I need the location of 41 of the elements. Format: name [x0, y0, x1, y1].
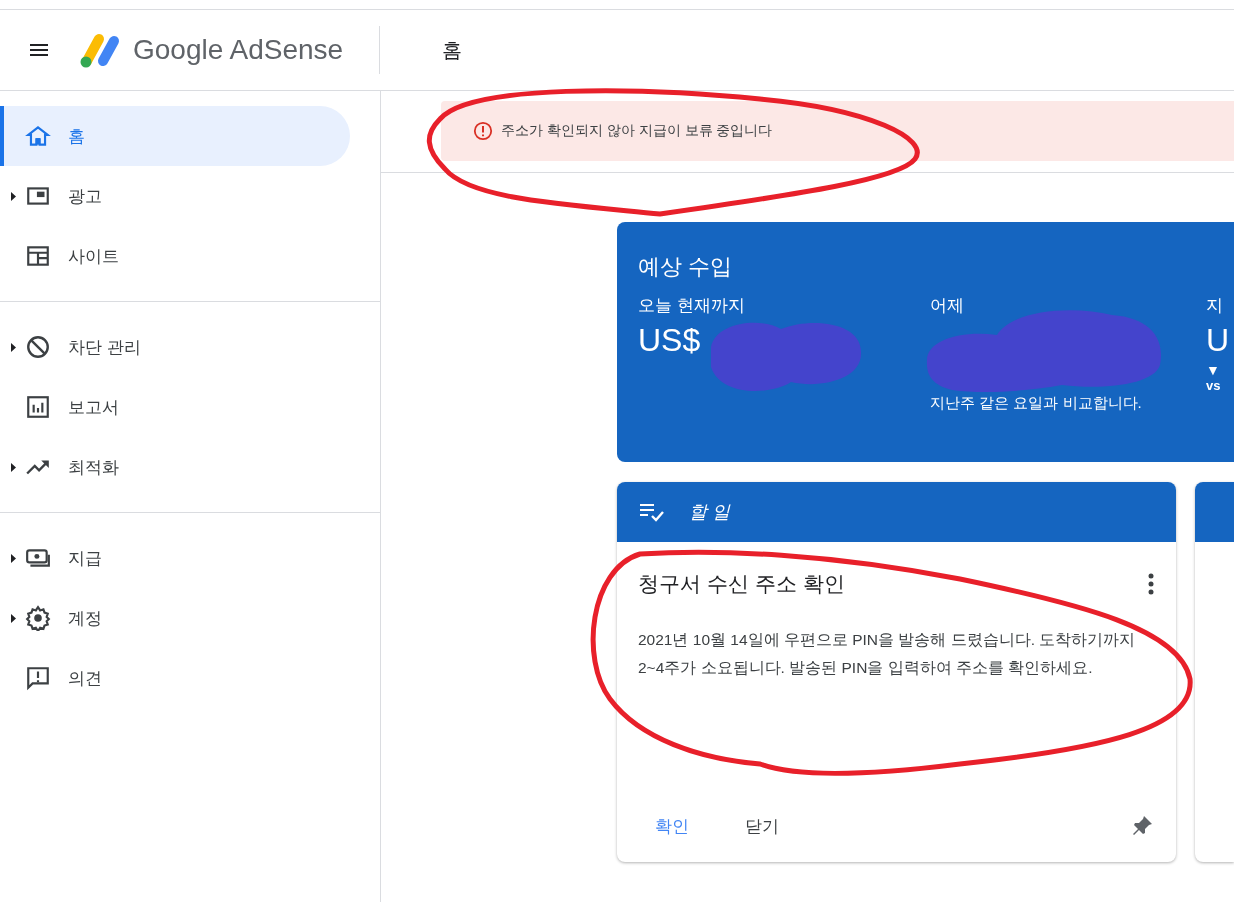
trend-indicator: ▼	[1206, 362, 1220, 378]
feedback-icon	[25, 665, 51, 691]
product-name: Google AdSense	[133, 34, 345, 66]
expand-arrow-icon[interactable]	[11, 613, 16, 623]
checklist-icon	[639, 501, 665, 523]
nav-item[interactable]: 최적화	[0, 437, 350, 497]
alert-text: 주소가 확인되지 않아 지급이 보류 중입니다	[501, 122, 773, 140]
comparison-label: vs	[1206, 378, 1221, 393]
expand-arrow-icon[interactable]	[11, 553, 16, 563]
earnings-label: 지	[1206, 295, 1223, 317]
earnings-label: 어제	[930, 295, 964, 317]
nav-item[interactable]: 지급	[0, 528, 350, 588]
web-layout-icon	[25, 243, 51, 269]
nav-item[interactable]: 의견	[0, 648, 350, 708]
block-icon	[25, 334, 51, 360]
earnings-label: 오늘 현재까지	[638, 295, 745, 317]
bar-chart-icon	[25, 394, 51, 420]
home-icon	[25, 123, 51, 149]
earnings-value: US$	[638, 321, 701, 360]
task-title: 청구서 수신 주소 확인	[638, 571, 845, 597]
nav-item[interactable]: 광고	[0, 166, 350, 226]
comparison-note: 지난주 같은 요일과 비교합니다.	[930, 394, 1142, 413]
dismiss-button[interactable]: 닫기	[727, 808, 797, 844]
page-title: 홈	[442, 37, 462, 63]
nav-item[interactable]: 차단 관리	[0, 317, 350, 377]
expand-arrow-icon[interactable]	[11, 462, 16, 472]
nav-item[interactable]: 계정	[0, 588, 350, 648]
logo-icon	[79, 31, 121, 69]
card-title: 예상 수입	[638, 253, 734, 281]
confirm-button[interactable]: 확인	[637, 808, 707, 844]
error-icon	[473, 121, 493, 141]
more-options-icon[interactable]	[1148, 573, 1155, 595]
nav-item[interactable]: 홈	[0, 106, 350, 166]
nav-item[interactable]: 사이트	[0, 226, 350, 286]
expand-arrow-icon[interactable]	[11, 342, 16, 352]
earnings-value: U	[1206, 321, 1230, 360]
settings-icon	[25, 605, 51, 631]
nav-item[interactable]: 보고서	[0, 377, 350, 437]
expand-arrow-icon[interactable]	[11, 191, 16, 201]
card-header-title: 할 일	[689, 501, 730, 524]
task-description: 2021년 10월 14일에 우편으로 PIN을 발송해 드렸습니다. 도착하기까지 2~4주가 소요됩니다. 발송된 PIN을 입력하여 주소를 확인하세요.	[638, 630, 1137, 678]
